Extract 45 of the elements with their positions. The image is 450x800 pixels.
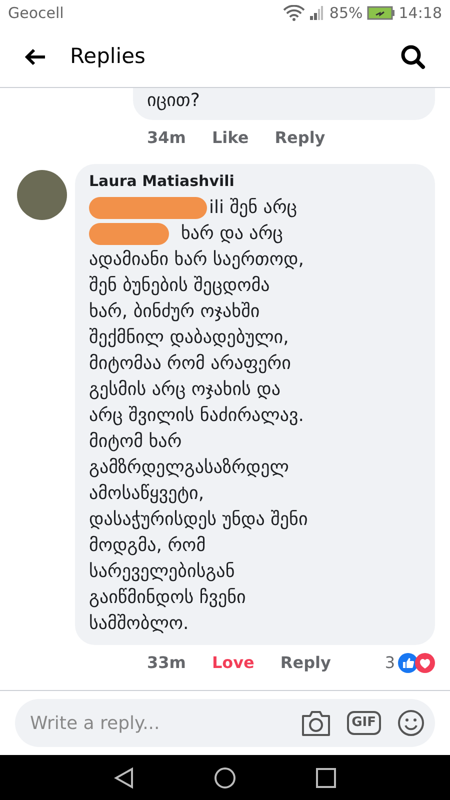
comment-text: გამზრდელგასაზრდელ	[89, 456, 290, 480]
comment-text: ხარ, ბინძურ ოჯახში	[89, 300, 261, 324]
time-label: 33m	[147, 652, 186, 674]
clock-label: 14:18	[398, 2, 442, 24]
wifi-icon	[283, 5, 306, 21]
comment-text: მიტომაა რომ არაფერი	[89, 352, 292, 376]
comment-text: არც შვილის ნაძირალავ.	[89, 404, 305, 428]
battery-percent: 85%	[329, 2, 363, 24]
avatar[interactable]	[17, 170, 67, 220]
reaction-count: 3	[384, 652, 395, 674]
search-icon[interactable]	[400, 44, 426, 70]
reaction-button[interactable]: Like	[212, 126, 249, 150]
emoji-icon[interactable]	[397, 709, 425, 737]
comment-text: სამშობლო.	[89, 612, 190, 636]
gif-button[interactable]: GIF	[346, 711, 381, 735]
home-nav-icon[interactable]	[214, 766, 236, 788]
author-name[interactable]: Laura Matiashvili	[89, 170, 421, 192]
comment-text: მოდგმა, რომ	[89, 534, 207, 558]
comment-text: შექმნილ დაბადებული,	[89, 326, 290, 350]
comment-text: ხარ და არც	[181, 222, 283, 246]
comment-text: ამოსაწყვეტი,	[89, 482, 206, 506]
back-arrow-icon[interactable]	[24, 48, 46, 66]
signal-icon	[309, 5, 326, 21]
reaction-button[interactable]: Love	[212, 650, 254, 674]
comment-text: მიტომ ხარ	[89, 430, 183, 454]
page-title: Replies	[70, 42, 146, 70]
comment-text: იცით?	[147, 89, 201, 113]
carrier-label: Geocell	[8, 2, 64, 24]
like-reaction-icon	[398, 652, 418, 672]
time-label: 34m	[147, 127, 186, 149]
comment-text: შენ ბუნების შეცდომა	[89, 274, 271, 298]
comment-text: დასაჭურისდეს უნდა შენი	[89, 508, 309, 532]
comment-text: გესმის არც ოჯახის და	[89, 378, 282, 402]
heart-reaction-icon	[415, 652, 435, 672]
comment-text: ili შენ არც	[209, 196, 298, 220]
camera-icon[interactable]	[300, 710, 331, 736]
reply-field[interactable]: Write a reply... GIF	[15, 699, 435, 747]
back-nav-icon[interactable]	[114, 766, 134, 788]
comment-text: გაიწმინდოს ჩვენი	[89, 586, 247, 610]
battery-charging-icon	[366, 6, 395, 20]
recents-nav-icon[interactable]	[316, 768, 336, 788]
comment-text: ადამიანი ხარ საერთოდ,	[89, 248, 305, 272]
reply-button[interactable]: Reply	[280, 650, 331, 674]
reply-button[interactable]: Reply	[274, 126, 326, 150]
comment-text: სარეველებისგან	[89, 560, 236, 584]
